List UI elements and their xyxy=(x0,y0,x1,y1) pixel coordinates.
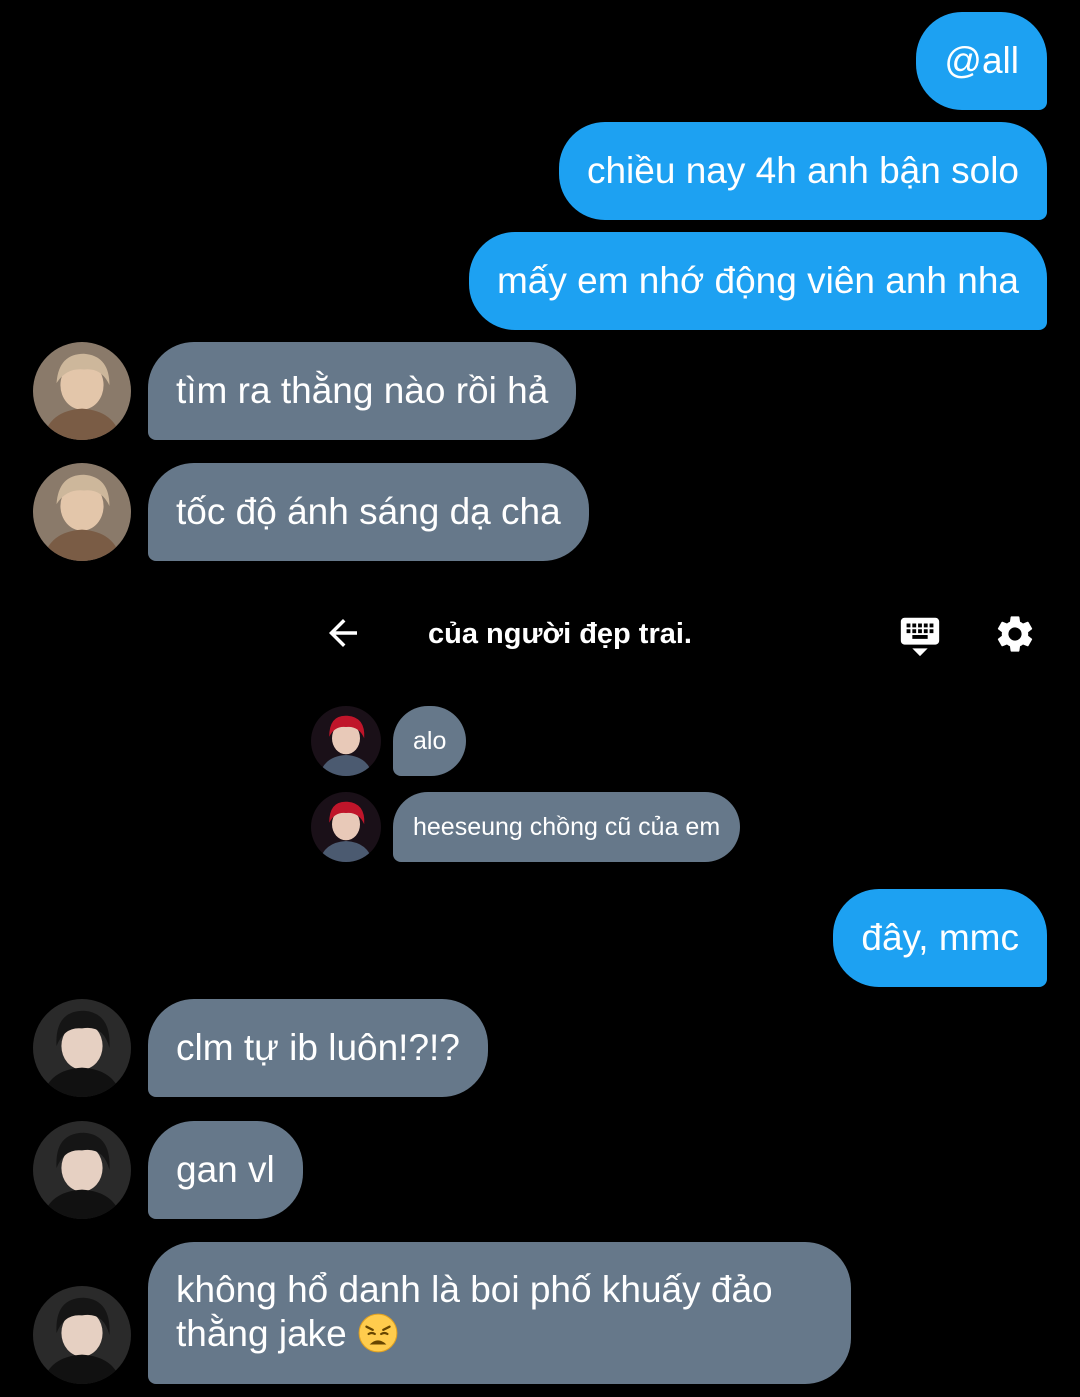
message-text: tìm ra thằng nào rồi hả xyxy=(176,370,549,411)
light-hair-avatar-image xyxy=(33,342,131,440)
keyboard-hide-icon xyxy=(900,617,940,657)
message-bubble-outgoing[interactable]: đây, mmc xyxy=(833,889,1047,987)
avatar[interactable] xyxy=(33,1286,131,1384)
message-text: gan vl xyxy=(176,1149,275,1190)
dark-hair-avatar-image xyxy=(33,1121,131,1219)
message-bubble-incoming[interactable]: clm tự ib luôn!?!? xyxy=(148,999,488,1097)
message-bubble-incoming[interactable]: tốc độ ánh sáng dạ cha xyxy=(148,463,589,561)
avatar[interactable] xyxy=(311,792,381,862)
message-text: mấy em nhớ động viên anh nha xyxy=(496,260,1019,301)
avatar[interactable] xyxy=(33,999,131,1097)
avatar[interactable] xyxy=(33,1121,131,1219)
message-bubble-outgoing[interactable]: @all xyxy=(916,12,1047,110)
message-bubble-incoming[interactable]: gan vl xyxy=(148,1121,303,1219)
chat-title: của người đẹp trai. xyxy=(428,618,692,650)
message-text: heeseung chồng cũ của em xyxy=(413,813,721,841)
message-bubble-incoming[interactable]: tìm ra thằng nào rồi hả xyxy=(148,342,577,440)
dark-hair-avatar-image xyxy=(33,999,131,1097)
message-text: alo xyxy=(413,727,447,755)
avatar[interactable] xyxy=(33,463,131,561)
message-bubble-outgoing[interactable]: chiều nay 4h anh bận solo xyxy=(558,122,1047,220)
message-text: tốc độ ánh sáng dạ cha xyxy=(176,491,561,532)
arrow-left-icon xyxy=(329,619,357,647)
gear-icon xyxy=(997,616,1033,652)
message-text-line: không hổ danh là boi phố khuấy đảo xyxy=(176,1269,773,1310)
dark-hair-avatar-image xyxy=(33,1286,131,1384)
message-text-line: thằng jake xyxy=(176,1312,823,1356)
settings-button[interactable] xyxy=(993,612,1037,656)
weary-face-emoji-icon xyxy=(358,1313,398,1353)
light-hair-avatar-image xyxy=(33,463,131,561)
message-bubble-outgoing[interactable]: mấy em nhớ động viên anh nha xyxy=(468,232,1047,330)
keyboard-button[interactable] xyxy=(897,612,943,658)
message-text: thằng jake xyxy=(176,1313,347,1354)
message-bubble-incoming[interactable]: alo xyxy=(393,706,467,776)
message-text: clm tự ib luôn!?!? xyxy=(176,1027,460,1068)
red-hair-avatar-image xyxy=(311,706,381,776)
message-bubble-incoming[interactable]: heeseung chồng cũ của em xyxy=(393,792,741,862)
back-button[interactable] xyxy=(322,612,364,654)
avatar[interactable] xyxy=(311,706,381,776)
message-text: @all xyxy=(944,40,1019,81)
message-bubble-incoming[interactable]: không hổ danh là boi phố khuấy đảo thằng… xyxy=(148,1242,851,1384)
message-text: đây, mmc xyxy=(861,917,1019,958)
message-text: chiều nay 4h anh bận solo xyxy=(586,150,1019,191)
red-hair-avatar-image xyxy=(311,792,381,862)
avatar[interactable] xyxy=(33,342,131,440)
